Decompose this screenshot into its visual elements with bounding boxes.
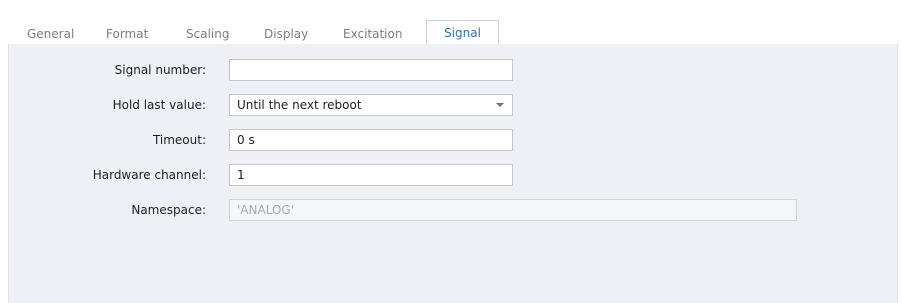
tab-format[interactable]: Format: [106, 24, 148, 44]
timeout-input[interactable]: 0 s: [229, 129, 513, 151]
hardware-channel-input[interactable]: 1: [229, 164, 513, 186]
tab-excitation[interactable]: Excitation: [343, 24, 402, 44]
hold-last-value-selected: Until the next reboot: [237, 98, 362, 112]
signal-number-label: Signal number:: [114, 63, 206, 77]
hardware-channel-label: Hardware channel:: [92, 168, 206, 182]
tab-general[interactable]: General: [27, 24, 74, 44]
hold-last-value-select[interactable]: Until the next reboot: [229, 94, 513, 116]
signal-number-input[interactable]: [229, 59, 513, 81]
namespace-input: 'ANALOG': [229, 199, 797, 221]
hold-last-value-label: Hold last value:: [112, 98, 206, 112]
timeout-label: Timeout:: [152, 133, 206, 147]
signal-settings-panel: Signal number: Hold last value: Until th…: [8, 44, 898, 303]
tab-strip: General Format Scaling Display Excitatio…: [8, 20, 898, 45]
namespace-label: Namespace:: [131, 203, 206, 217]
tab-display[interactable]: Display: [264, 24, 308, 44]
chevron-down-icon[interactable]: [496, 103, 504, 107]
tab-signal[interactable]: Signal: [426, 20, 499, 45]
tab-scaling[interactable]: Scaling: [186, 24, 229, 44]
